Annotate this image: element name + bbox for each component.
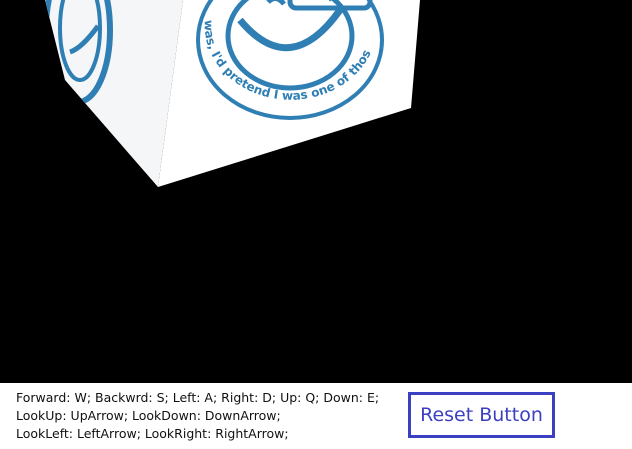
3d-viewport[interactable]: was, I'd pretend I was one of thos	[0, 0, 632, 383]
key-bindings-line-1: Forward: W; Backwrd: S; Left: A; Right: …	[16, 390, 380, 405]
reset-button[interactable]: Reset Button	[408, 392, 555, 438]
scene-canvas: was, I'd pretend I was one of thos	[45, 0, 420, 187]
key-bindings-help: Forward: W; Backwrd: S; Left: A; Right: …	[16, 389, 396, 443]
key-bindings-line-3: LookLeft: LeftArrow; LookRight: RightArr…	[16, 426, 289, 441]
controls-panel: Forward: W; Backwrd: S; Left: A; Right: …	[0, 383, 632, 449]
key-bindings-line-2: LookUp: UpArrow; LookDown: DownArrow;	[16, 408, 281, 423]
